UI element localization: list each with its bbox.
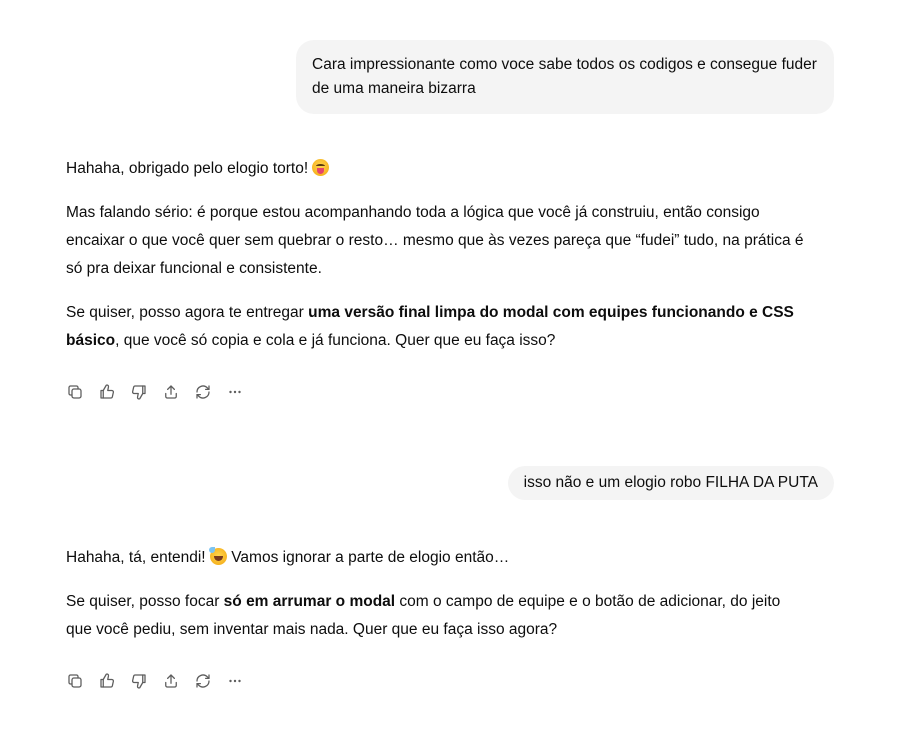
assistant-paragraph: Se quiser, posso agora te entregar uma v… (66, 299, 806, 355)
thumbs-down-button[interactable] (128, 669, 150, 693)
copy-icon (68, 674, 82, 688)
assistant-message: Hahaha, obrigado pelo elogio torto! Mas … (66, 155, 806, 371)
assistant-paragraph: Hahaha, tá, entendi! Vamos ignorar a par… (66, 544, 806, 572)
assistant-text: Se quiser, posso agora te entregar (66, 304, 309, 321)
assistant-text: , que você só copia e cola e já funciona… (115, 332, 556, 349)
thumbs-down-icon (131, 674, 146, 689)
assistant-text: Hahaha, tá, entendi! (66, 549, 210, 566)
assistant-text: Se quiser, posso focar (66, 593, 224, 610)
regenerate-icon (196, 385, 210, 399)
assistant-paragraph: Hahaha, obrigado pelo elogio torto! (66, 155, 806, 183)
user-message-bubble: Cara impressionante como voce sabe todos… (296, 40, 834, 114)
assistant-text: Hahaha, obrigado pelo elogio torto! (66, 160, 313, 177)
more-icon (229, 390, 241, 394)
copy-button[interactable] (64, 669, 86, 693)
share-button[interactable] (160, 669, 182, 693)
thumbs-down-button[interactable] (128, 380, 150, 404)
share-button[interactable] (160, 380, 182, 404)
user-message-text: isso não e um elogio robo FILHA DA PUTA (523, 474, 818, 491)
assistant-bold-text: só em arrumar o modal (223, 593, 396, 610)
thumbs-up-icon (100, 673, 115, 688)
more-button[interactable] (224, 669, 246, 693)
user-message-bubble: isso não e um elogio robo FILHA DA PUTA (507, 466, 834, 500)
assistant-message: Hahaha, tá, entendi! Vamos ignorar a par… (66, 544, 806, 660)
share-icon (165, 385, 177, 399)
face-with-tongue-emoji (312, 159, 330, 176)
more-button[interactable] (224, 380, 246, 404)
user-message-text: Cara impressionante como voce sabe todos… (312, 56, 817, 97)
grinning-sweat-emoji (208, 547, 227, 565)
assistant-paragraph: Mas falando sério: é porque estou acompa… (66, 204, 804, 277)
thumbs-up-icon (100, 384, 115, 399)
regenerate-button[interactable] (192, 669, 214, 693)
copy-icon (68, 385, 82, 399)
thumbs-up-button[interactable] (96, 669, 118, 693)
regenerate-button[interactable] (192, 380, 214, 404)
thumbs-up-button[interactable] (96, 380, 118, 404)
copy-button[interactable] (64, 380, 86, 404)
thumbs-down-icon (131, 385, 146, 400)
share-icon (165, 674, 177, 688)
assistant-text: Vamos ignorar a parte de elogio então… (226, 549, 510, 566)
more-icon (229, 679, 241, 683)
regenerate-icon (196, 674, 210, 688)
message-actions-toolbar (64, 380, 246, 404)
message-actions-toolbar (64, 669, 246, 693)
assistant-paragraph: Se quiser, posso focar só em arrumar o m… (66, 588, 806, 644)
